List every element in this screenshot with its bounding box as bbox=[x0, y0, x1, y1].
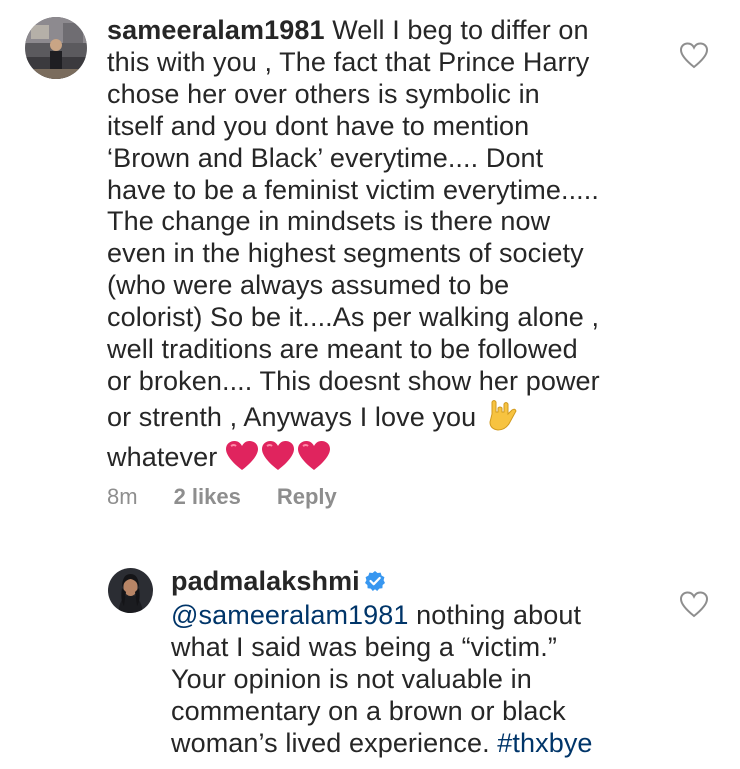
comment-text-line: (who were always assumed to be bbox=[107, 270, 510, 301]
like-button[interactable] bbox=[679, 41, 709, 71]
comment-text-line: or strenth , Anyways I love you bbox=[107, 401, 477, 432]
red-heart-emoji bbox=[225, 440, 259, 480]
likes-count[interactable]: 2 likes bbox=[174, 484, 241, 510]
comment-timestamp: 8m bbox=[107, 484, 138, 509]
comment-text-line: have to be a feminist victim everytime..… bbox=[107, 174, 599, 205]
comment-text-line: Your opinion is not valuable in bbox=[171, 663, 532, 694]
comment-text-line: colorist) So be it....As per walking alo… bbox=[107, 302, 600, 333]
comment-text-line: whatever bbox=[107, 441, 218, 472]
like-button[interactable] bbox=[679, 590, 709, 620]
red-heart-emoji bbox=[261, 440, 295, 480]
comment-text-line: or broken.... This doesnt show her power bbox=[107, 365, 600, 396]
mention-link[interactable]: @sameeralam1981 bbox=[171, 600, 409, 630]
comment-text-line: itself and you dont have to mention bbox=[107, 110, 530, 141]
comment-text-line: woman’s lived experience. bbox=[171, 727, 490, 758]
comment-text-line: Well I beg to differ on bbox=[332, 15, 589, 45]
comment-text-line: chose her over others is symbolic in bbox=[107, 78, 540, 109]
avatar[interactable] bbox=[25, 17, 87, 79]
comment-2: padmalakshmi @sameeralam1981 nothing abo… bbox=[0, 560, 740, 769]
reply-button[interactable]: Reply bbox=[277, 484, 337, 510]
comment-text: sameeralam1981 Well I beg to differ on t… bbox=[107, 15, 707, 480]
verified-badge-icon bbox=[364, 568, 386, 600]
comment-text-line: even in the highest segments of society bbox=[107, 238, 584, 269]
comment-username[interactable]: sameeralam1981 bbox=[107, 15, 325, 45]
comment-text: padmalakshmi @sameeralam1981 nothing abo… bbox=[171, 566, 671, 759]
hashtag-link[interactable]: #thxbye bbox=[497, 728, 592, 758]
comment-text-line: nothing about bbox=[408, 599, 582, 630]
heart-outline-icon bbox=[679, 591, 709, 618]
heart-outline-icon bbox=[679, 42, 709, 69]
comment-text-line: well traditions are meant to be followed bbox=[107, 334, 578, 365]
love-you-gesture-emoji bbox=[484, 398, 518, 440]
comment-text-line: The change in mindsets is there now bbox=[107, 206, 551, 237]
avatar[interactable] bbox=[108, 568, 153, 613]
comment-text-line: ‘Brown and Black’ everytime.... Dont bbox=[107, 142, 544, 173]
comment-username[interactable]: padmalakshmi bbox=[171, 566, 360, 596]
comment-1: sameeralam1981 Well I beg to differ on t… bbox=[0, 0, 740, 530]
comment-text-line: this with you , The fact that Prince Har… bbox=[107, 46, 590, 77]
comment-meta: 8m 2 likes Reply bbox=[107, 484, 337, 510]
comment-text-line: what I said was being a “victim.” bbox=[171, 631, 557, 662]
red-heart-emoji bbox=[297, 440, 331, 480]
comment-text-line: commentary on a brown or black bbox=[171, 695, 566, 726]
